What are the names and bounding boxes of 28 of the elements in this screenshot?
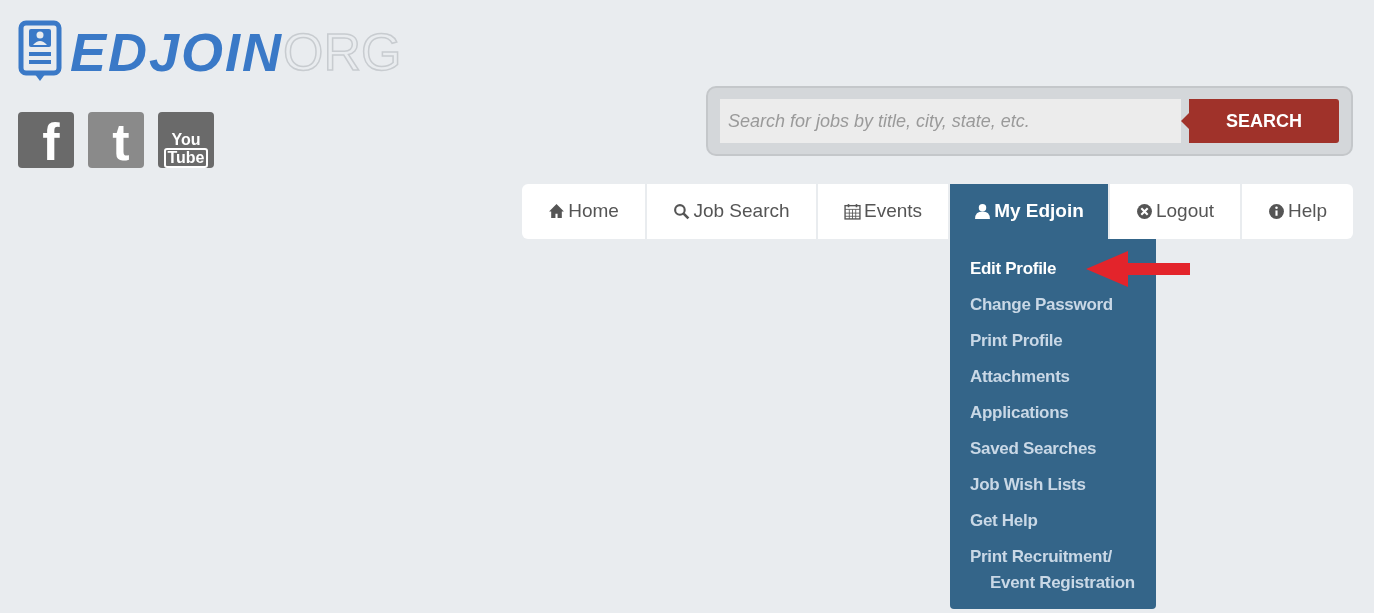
- pointer-notch: [1181, 113, 1189, 129]
- close-icon: [1135, 203, 1153, 220]
- user-icon: [974, 203, 992, 220]
- menu-item[interactable]: Print Profile: [970, 323, 1063, 359]
- menu-item[interactable]: Print Recruitment/ Event Registration: [970, 539, 1135, 601]
- home-icon: [548, 203, 566, 220]
- calendar-icon: [843, 203, 861, 220]
- info-icon: [1267, 203, 1285, 220]
- logo-text: EDJOIN: [70, 25, 284, 79]
- nav-tab[interactable]: Events: [818, 184, 948, 239]
- search-icon: [673, 203, 691, 220]
- menu-item[interactable]: Change Password: [970, 287, 1113, 323]
- menu-item[interactable]: Get Help: [970, 503, 1038, 539]
- facebook-link[interactable]: f: [18, 112, 74, 168]
- search-field[interactable]: Search for jobs by title, city, state, etc.: [720, 99, 1181, 143]
- menu-item[interactable]: Edit Profile: [970, 251, 1057, 287]
- nav-tab[interactable]: Job Search: [647, 184, 816, 239]
- menu-item[interactable]: Saved Searches: [970, 431, 1097, 467]
- menu-item[interactable]: Applications: [970, 395, 1069, 431]
- search-button[interactable]: SEARCH: [1189, 99, 1339, 143]
- nav-tab[interactable]: Help: [1242, 184, 1353, 239]
- nav-tab[interactable]: Logout: [1110, 184, 1240, 239]
- menu-item[interactable]: Job Wish Lists: [970, 467, 1086, 503]
- nav-tab[interactable]: Home: [522, 184, 645, 239]
- twitter-link[interactable]: t: [88, 112, 144, 168]
- nav-tab[interactable]: My Edjoin: [950, 184, 1108, 239]
- menu-item[interactable]: Attachments: [970, 359, 1070, 395]
- youtube-link[interactable]: You Tube: [158, 112, 214, 168]
